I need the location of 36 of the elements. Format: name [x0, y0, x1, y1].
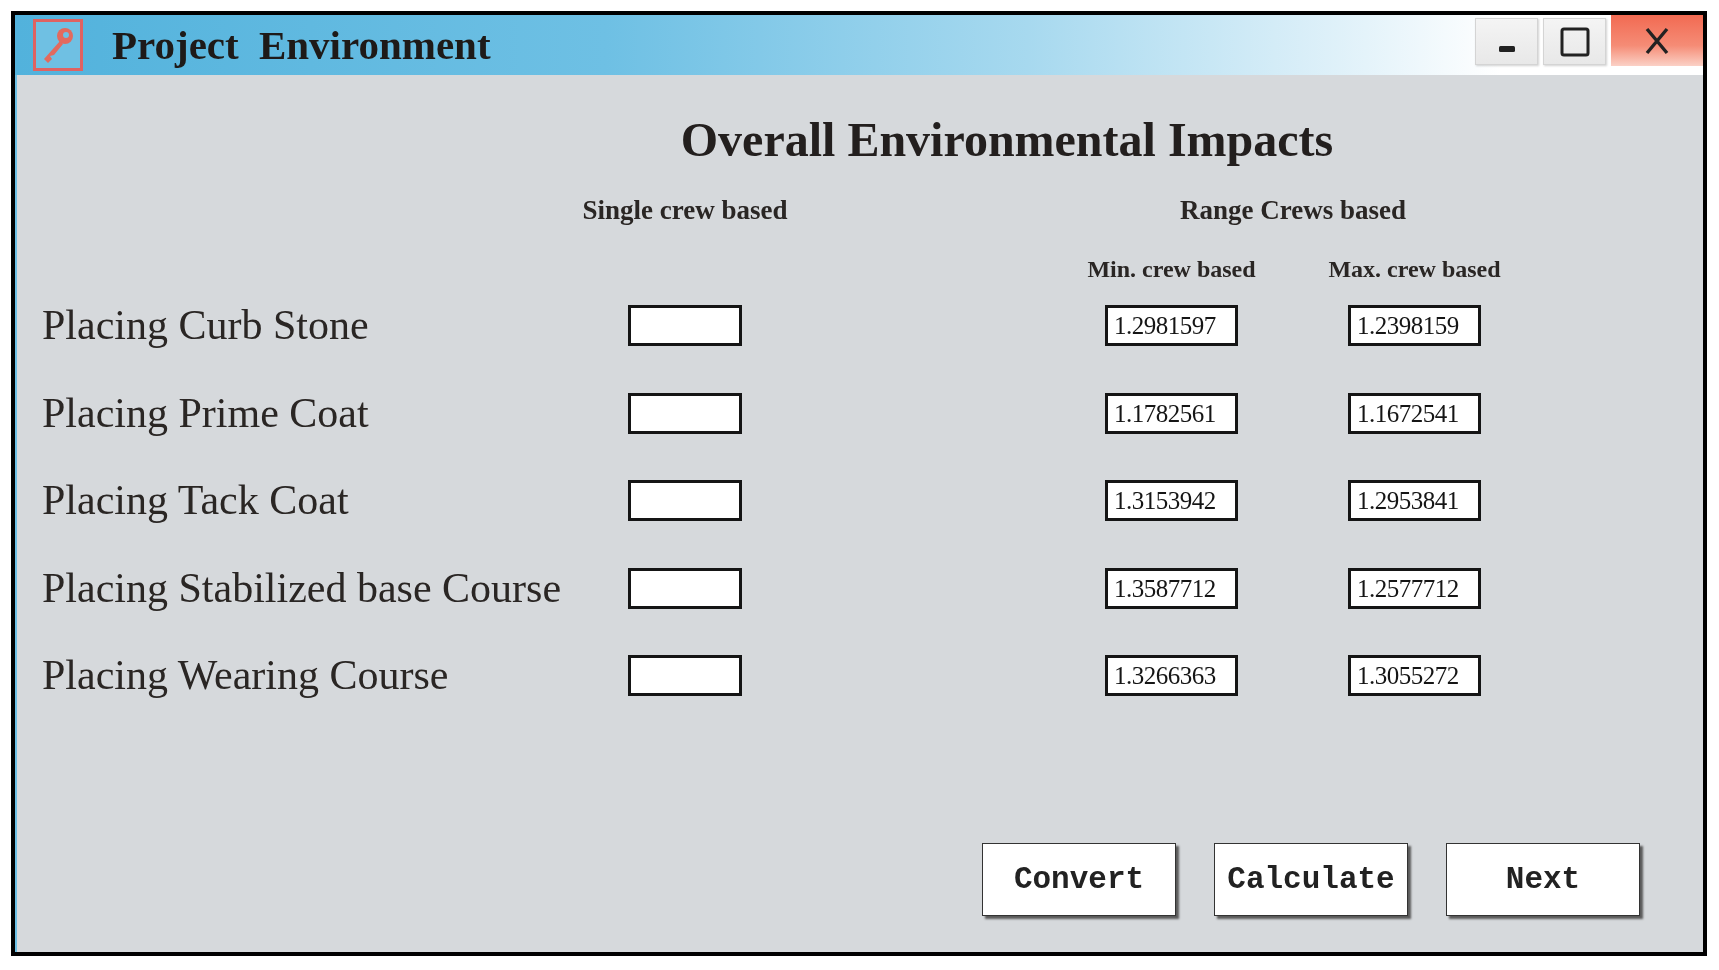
minimize-button[interactable]	[1475, 18, 1538, 65]
column-header: Min. crew based	[1087, 256, 1256, 282]
action-button[interactable]: Convert	[982, 843, 1176, 916]
min-crew-value-field[interactable]: 1.3587712	[1105, 567, 1238, 609]
row-label: Placing Curb Stone	[42, 302, 369, 350]
single-crew-field[interactable]	[628, 305, 742, 347]
single-crew-field[interactable]	[628, 392, 742, 434]
max-crew-value-field[interactable]: 1.2577712	[1348, 567, 1481, 609]
single-crew-field[interactable]	[628, 655, 742, 697]
column-header: Single crew based	[582, 196, 788, 224]
row-label: Placing Prime Coat	[42, 389, 369, 437]
close-button[interactable]	[1611, 15, 1703, 66]
row-label: Placing Tack Coat	[42, 477, 349, 525]
close-icon	[1645, 26, 1669, 55]
column-header: Max. crew based	[1328, 256, 1501, 282]
row-label: Placing Wearing Course	[42, 652, 449, 700]
maximize-button[interactable]	[1543, 18, 1606, 65]
window-title: Project Environment	[112, 21, 491, 69]
min-crew-value-field[interactable]: 1.1782561	[1105, 392, 1238, 434]
single-crew-field[interactable]	[628, 567, 742, 609]
key-icon	[33, 19, 83, 71]
min-crew-value-field[interactable]: 1.2981597	[1105, 305, 1238, 347]
section-heading: Overall Environmental Impacts	[679, 113, 1335, 167]
max-crew-value-field[interactable]: 1.2398159	[1348, 305, 1481, 347]
action-button[interactable]: Next	[1446, 843, 1640, 916]
max-crew-value-field[interactable]: 1.1672541	[1348, 392, 1481, 434]
maximize-icon	[1559, 26, 1590, 57]
min-crew-value-field[interactable]: 1.3153942	[1105, 480, 1238, 522]
row-label: Placing Stabilized base Course	[42, 564, 562, 612]
column-header: Range Crews based	[1180, 196, 1406, 224]
max-crew-value-field[interactable]: 1.2953841	[1348, 480, 1481, 522]
minimize-icon	[1498, 45, 1515, 52]
min-crew-value-field[interactable]: 1.3266363	[1105, 655, 1238, 697]
single-crew-field[interactable]	[628, 480, 742, 522]
action-button[interactable]: Calculate	[1214, 843, 1408, 916]
max-crew-value-field[interactable]: 1.3055272	[1348, 655, 1481, 697]
